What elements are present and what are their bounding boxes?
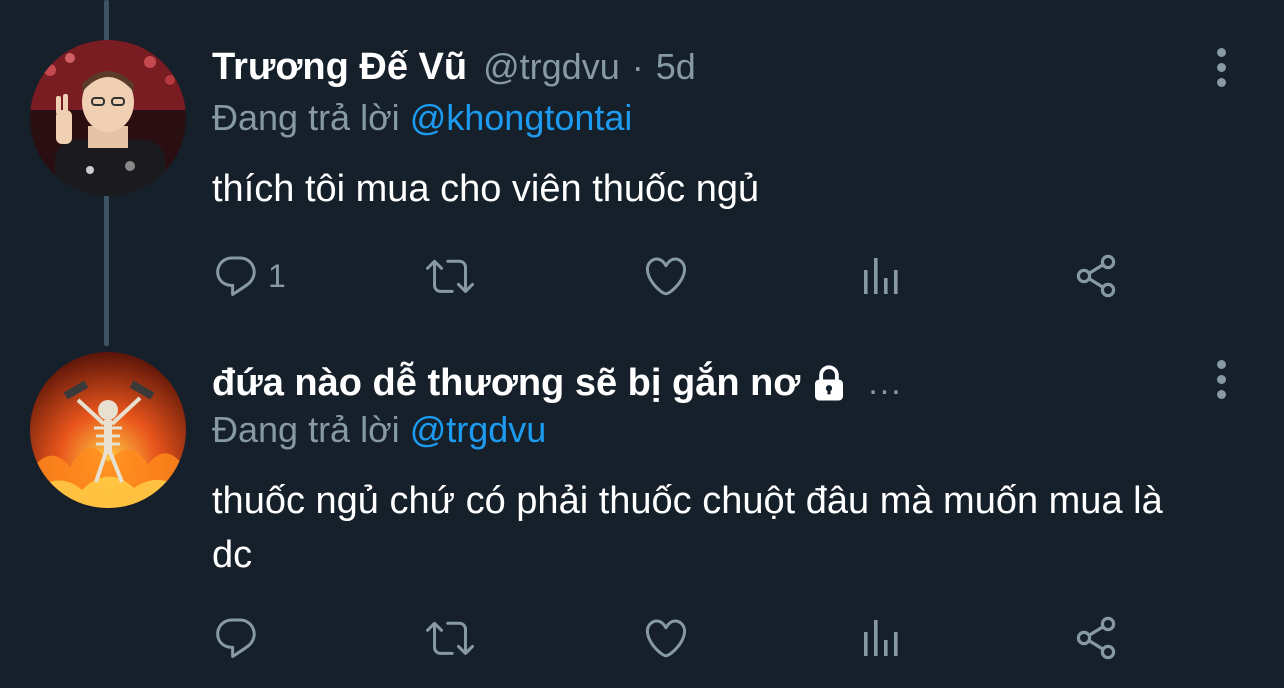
- lock-icon: [815, 365, 844, 401]
- tweet-actions: [212, 608, 1132, 668]
- tweet-header: đứa nào dễ thương sẽ bị gắn nơ ...: [212, 353, 903, 413]
- replying-to-line: Đang trả lời @trgdvu: [212, 409, 546, 451]
- like-button[interactable]: [642, 246, 690, 306]
- vertical-dots-icon: [1216, 47, 1226, 57]
- heart-icon: [645, 257, 687, 296]
- analytics-button[interactable]: [858, 246, 906, 306]
- replying-to-prefix: Đang trả lời: [212, 409, 400, 450]
- share-button[interactable]: [1072, 608, 1120, 668]
- avatar[interactable]: [30, 40, 186, 196]
- separator-dot: ·: [631, 46, 644, 87]
- tweet-text: thích tôi mua cho viên thuốc ngủ: [212, 168, 760, 210]
- tweet-reply-2[interactable]: đứa nào dễ thương sẽ bị gắn nơ ... Đang …: [0, 346, 1284, 688]
- timestamp[interactable]: 5d: [656, 46, 696, 88]
- reply-button[interactable]: [212, 608, 268, 668]
- display-name[interactable]: Trương Đế Vũ: [212, 46, 467, 89]
- retweet-icon: [426, 259, 474, 293]
- tweet-header: Trương Đế Vũ @trgdvu · 5d: [212, 37, 696, 97]
- heart-icon: [645, 619, 687, 658]
- avatar-photo: [30, 40, 186, 196]
- user-handle[interactable]: @trgdvu: [483, 46, 620, 88]
- share-icon: [1076, 254, 1116, 298]
- retweet-button[interactable]: [426, 608, 474, 668]
- replying-to-line: Đang trả lời @khongtontai: [212, 97, 632, 139]
- like-button[interactable]: [642, 608, 690, 668]
- bar-chart-icon: [864, 620, 898, 656]
- vertical-dots-icon-dot: [1216, 374, 1226, 384]
- vertical-dots-icon: [1216, 359, 1226, 369]
- tweet-actions: 1: [212, 246, 1132, 306]
- speech-bubble-icon: [216, 618, 256, 658]
- avatar-photo: [30, 352, 186, 508]
- retweet-button[interactable]: [426, 246, 474, 306]
- more-options-button[interactable]: [1204, 42, 1238, 92]
- replying-to-prefix: Đang trả lời: [212, 97, 400, 138]
- tweet-reply-1[interactable]: Trương Đế Vũ @trgdvu · 5d Đang trả lời @…: [0, 0, 1284, 346]
- reply-button[interactable]: 1: [212, 246, 286, 306]
- reply-count: 1: [268, 257, 286, 294]
- avatar[interactable]: [30, 352, 186, 508]
- replying-to-mention[interactable]: @trgdvu: [410, 409, 547, 450]
- tweet-text: thuốc ngủ chứ có phải thuốc chuột đâu mà…: [212, 480, 1163, 576]
- retweet-icon: [426, 621, 474, 655]
- truncation-ellipsis: ...: [868, 363, 903, 402]
- analytics-button[interactable]: [858, 608, 906, 668]
- more-options-button[interactable]: [1204, 354, 1238, 404]
- display-name[interactable]: đứa nào dễ thương sẽ bị gắn nơ: [212, 362, 800, 405]
- vertical-dots-icon-dot: [1216, 77, 1226, 87]
- share-button[interactable]: [1072, 246, 1120, 306]
- share-icon: [1076, 616, 1116, 660]
- bar-chart-icon: [864, 258, 898, 294]
- speech-bubble-icon: [216, 256, 256, 296]
- vertical-dots-icon-dot: [1216, 389, 1226, 399]
- replying-to-mention[interactable]: @khongtontai: [410, 97, 633, 138]
- vertical-dots-icon-dot: [1216, 62, 1226, 72]
